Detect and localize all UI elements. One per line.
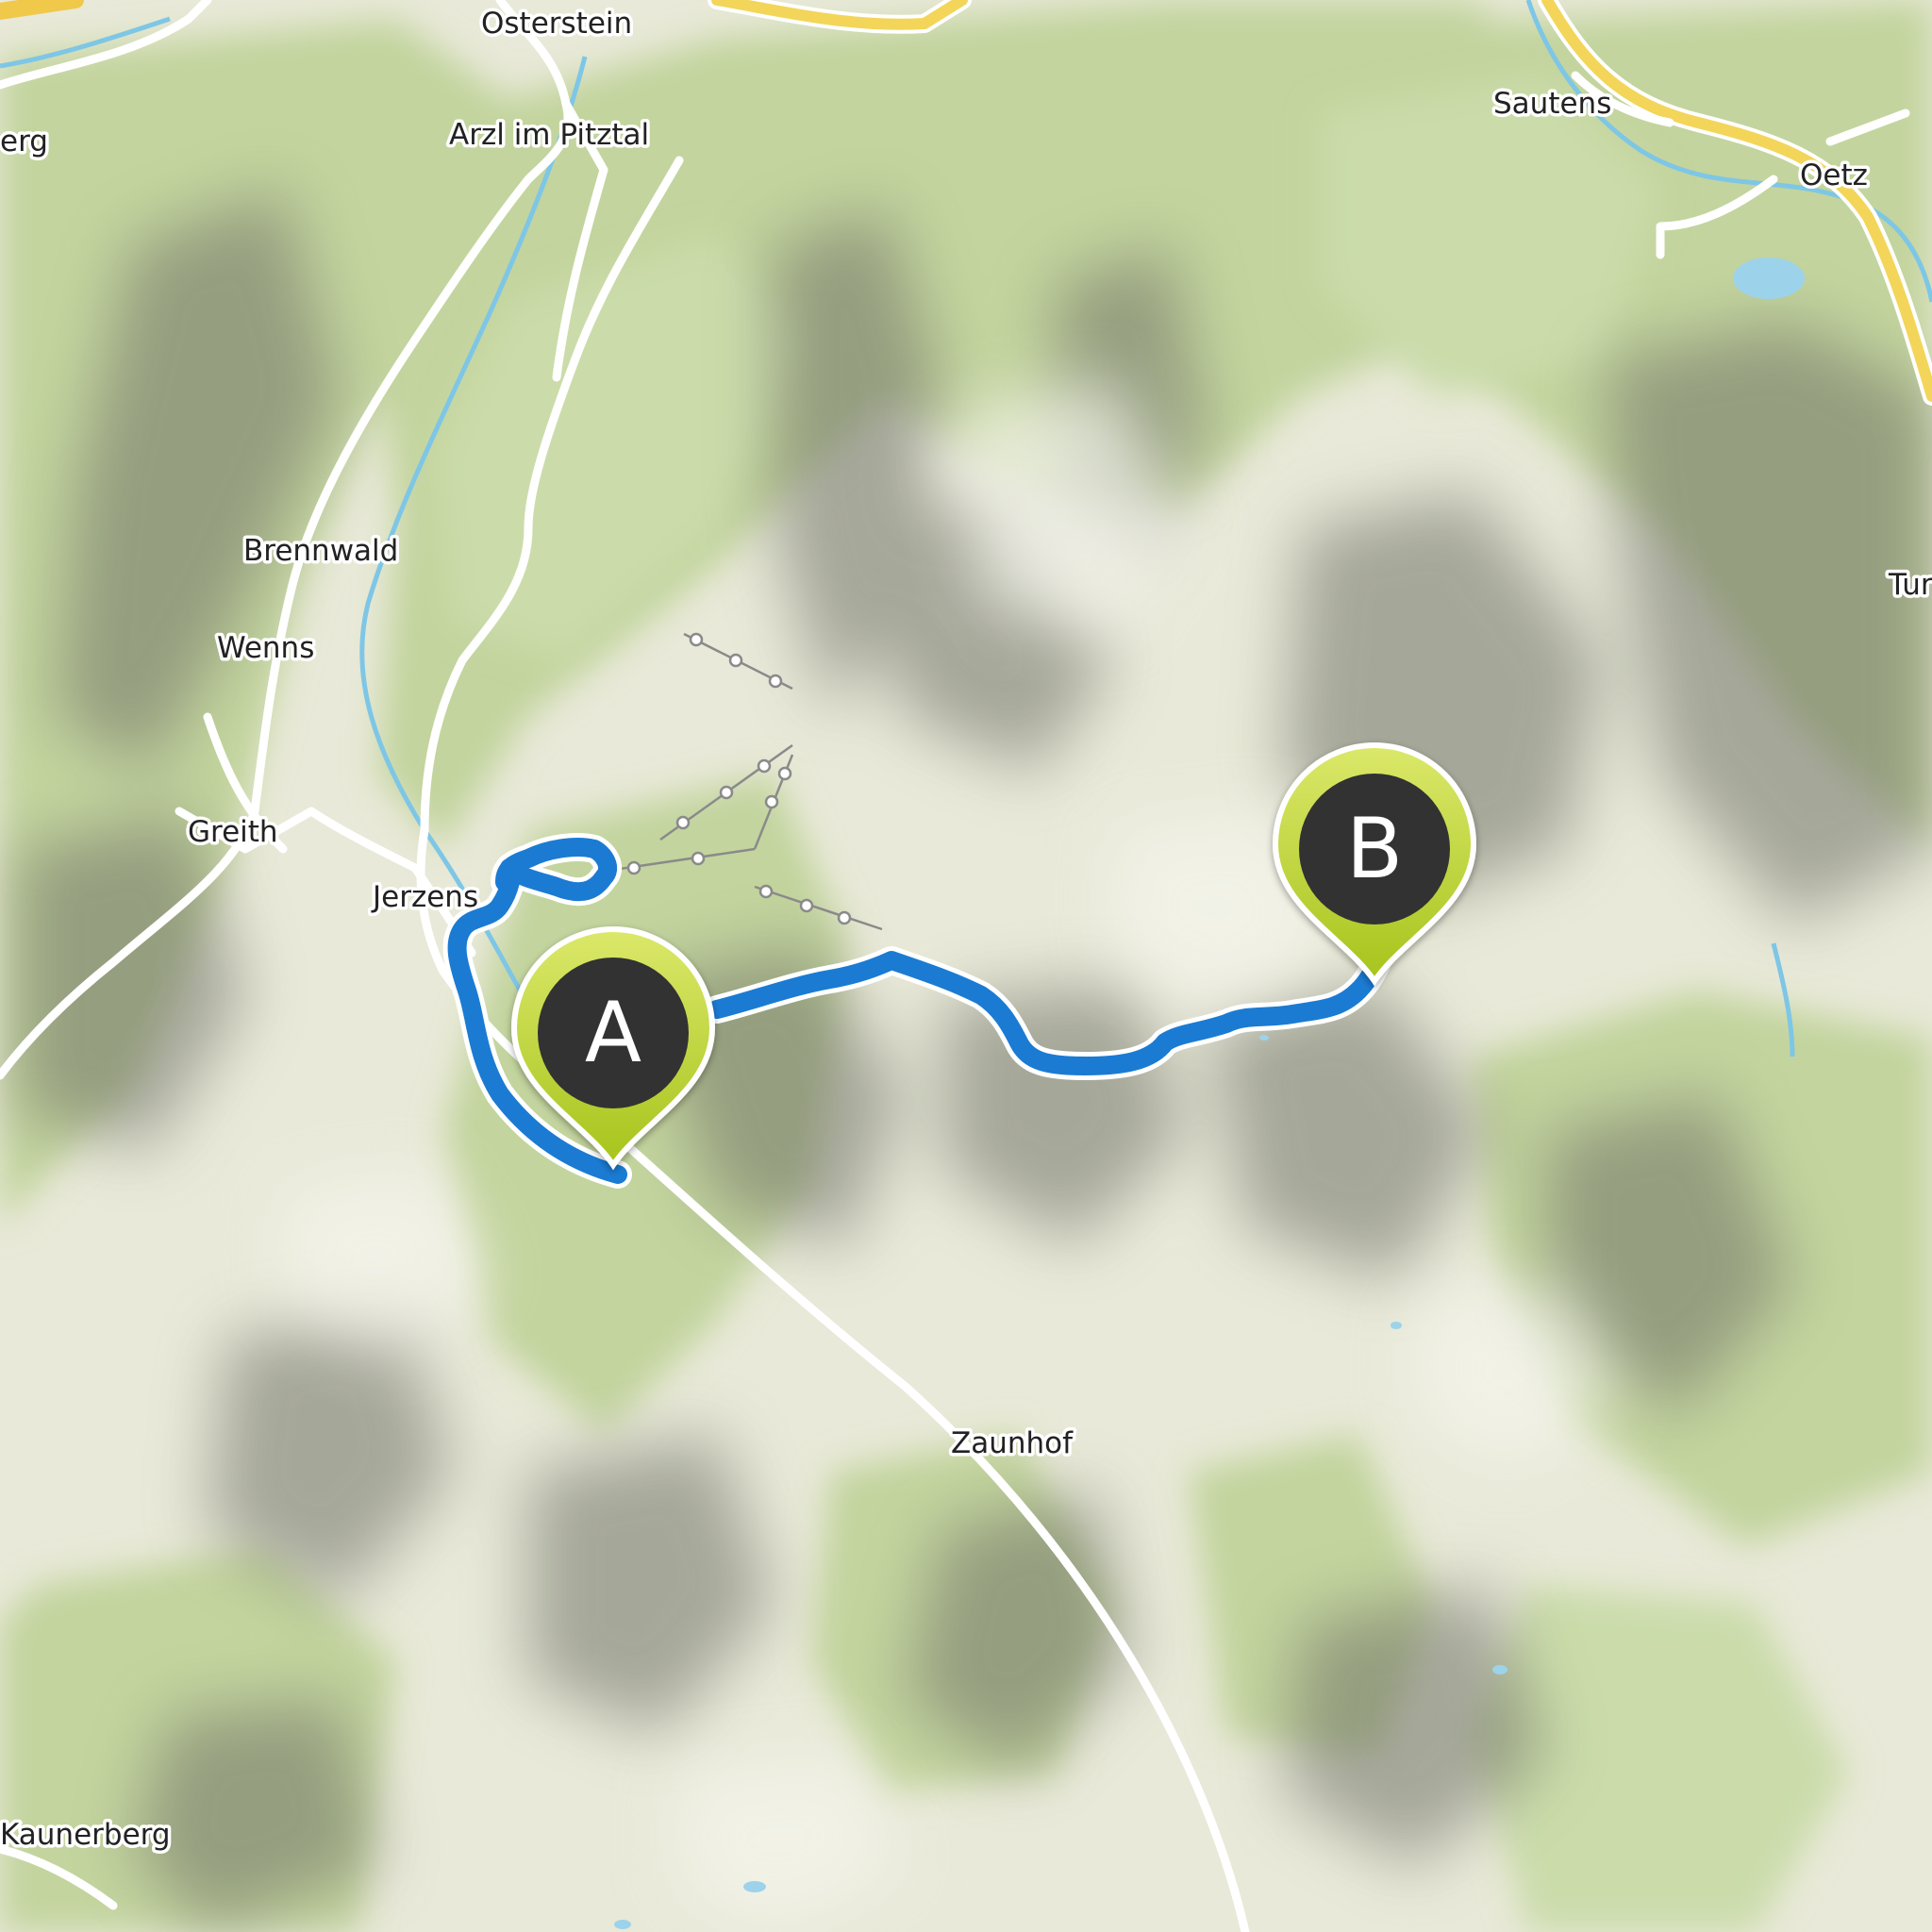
place-label-tur: Tur — [1888, 568, 1932, 602]
end-marker-letter: B — [1346, 800, 1403, 897]
start-marker-letter: A — [585, 984, 641, 1081]
place-label-arzl: Arzl im Pitztal — [449, 118, 649, 152]
place-label-brennwald: Brennwald — [243, 534, 398, 568]
place-label-jerzens: Jerzens — [371, 880, 478, 914]
place-label-wenns: Wenns — [217, 631, 314, 665]
map-canvas[interactable]: Osterstein Arzl im Pitztal erg Sautens O… — [0, 0, 1932, 1932]
place-label-berg: erg — [0, 125, 48, 158]
place-label-osterstein: Osterstein — [481, 7, 632, 41]
place-label-greith: Greith — [188, 815, 278, 849]
place-label-zaunhof: Zaunhof — [951, 1426, 1074, 1460]
place-label-kaunerberg: Kaunerberg — [0, 1818, 171, 1852]
place-label-sautens: Sautens — [1493, 87, 1611, 121]
place-label-oetz: Oetz — [1800, 158, 1868, 192]
